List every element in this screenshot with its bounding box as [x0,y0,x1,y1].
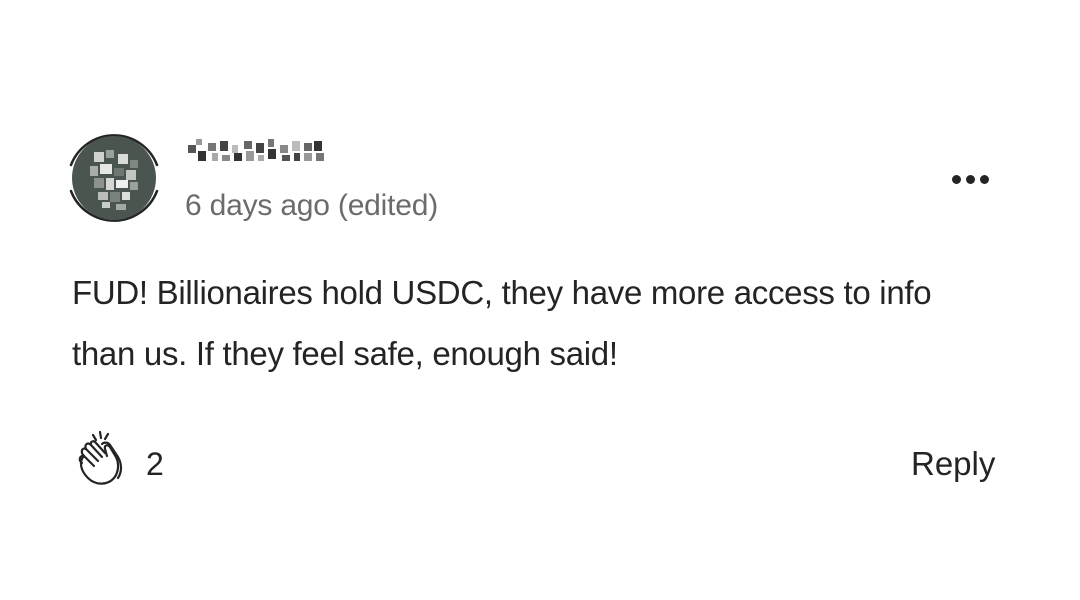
author-name-obscured[interactable] [186,135,328,171]
comment-card: 6 days ago (edited) FUD! Billionaires ho… [0,0,1080,600]
comment-body-line: than us. If they feel safe, enough said! [72,335,618,372]
clap-icon [78,430,123,485]
comment-body-line: FUD! Billionaires hold USDC, they have m… [72,274,932,311]
author-avatar-link[interactable] [63,127,165,229]
clap-count: 2 [146,446,164,482]
more-horizontal-icon-dot [965,174,975,184]
avatar [72,136,156,220]
reply-button[interactable]: Reply [911,444,995,484]
more-options-button[interactable] [944,165,996,193]
more-horizontal-icon-dot [979,174,989,184]
avatar-pixelated-image [90,150,138,210]
more-horizontal-icon-dot [951,174,961,184]
comment-body: FUD! Billionaires hold USDC, they have m… [72,262,1032,384]
comment-timestamp: 6 days ago (edited) [185,189,439,222]
clap-button[interactable] [74,430,130,488]
